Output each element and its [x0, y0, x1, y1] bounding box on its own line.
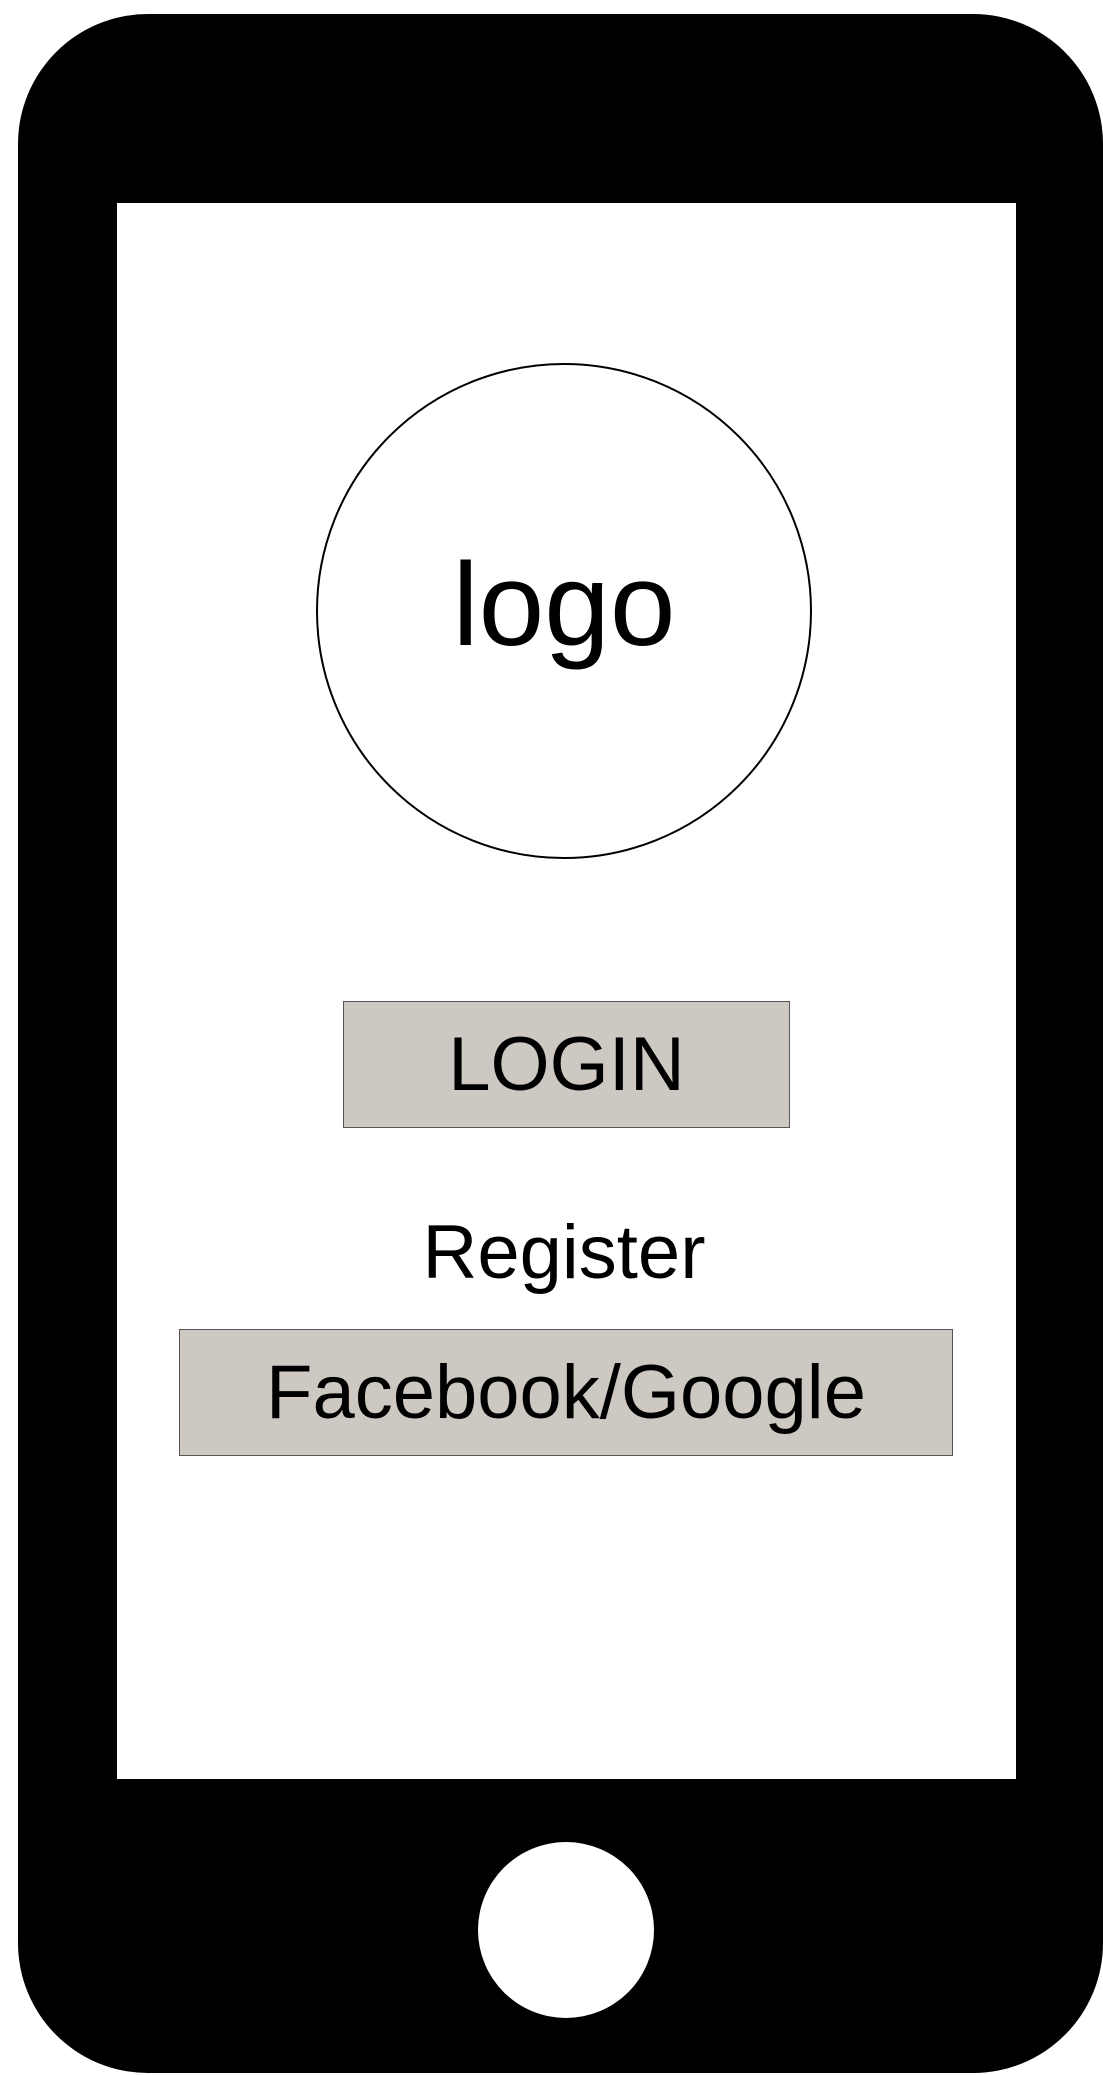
logo-placeholder: logo — [316, 363, 812, 859]
register-link[interactable]: Register — [316, 1203, 812, 1303]
login-button[interactable]: LOGIN — [343, 1001, 790, 1128]
home-button[interactable] — [478, 1842, 654, 2018]
logo-text: logo — [452, 539, 676, 671]
facebook-google-login-button[interactable]: Facebook/Google — [179, 1329, 953, 1456]
